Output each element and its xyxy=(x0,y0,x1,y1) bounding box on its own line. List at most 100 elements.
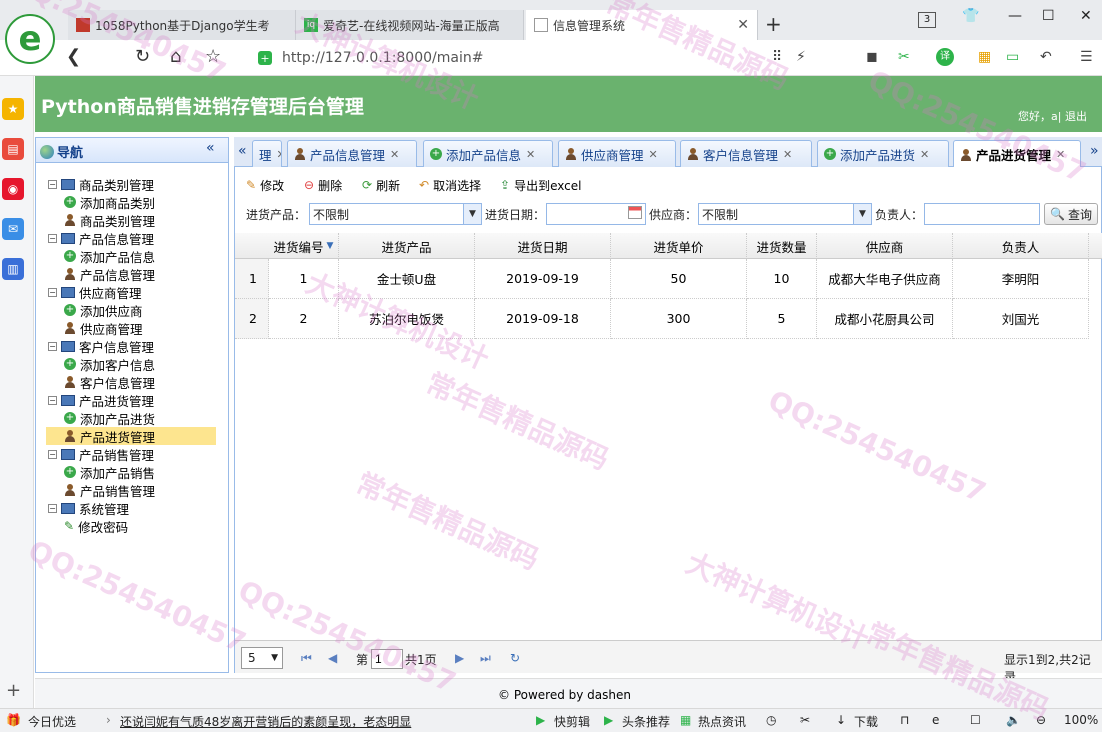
table-cell[interactable]: 10 xyxy=(747,259,817,299)
owner-filter-input[interactable] xyxy=(924,203,1040,225)
reload-icon[interactable]: ↻ xyxy=(135,46,150,67)
table-cell[interactable]: 5 xyxy=(747,299,817,339)
tab-scroll-left-icon[interactable]: « xyxy=(238,143,247,159)
nav-item-2-1[interactable]: 供应商管理 xyxy=(64,319,143,337)
nav-item-0-0[interactable]: + 添加商品类别 xyxy=(64,193,155,211)
export-excel-button[interactable]: ⇪ 导出到excel xyxy=(500,176,581,194)
nav-item-3-0[interactable]: + 添加客户信息 xyxy=(64,355,155,373)
browser-tab-3[interactable]: 信息管理系统 ✕ xyxy=(526,10,758,40)
download-label[interactable]: 下载 xyxy=(854,713,878,730)
close-tab-icon[interactable]: ✕ xyxy=(783,148,792,161)
nav-item-4-1[interactable]: 产品进货管理 xyxy=(46,427,216,445)
collapse-toggle-icon[interactable]: − xyxy=(48,179,57,189)
minimize-icon[interactable]: — xyxy=(1008,8,1022,24)
collapse-toggle-icon[interactable]: − xyxy=(48,341,57,351)
undo-icon[interactable]: ↶ xyxy=(1040,49,1052,65)
menu-icon[interactable]: ☰ xyxy=(1080,49,1093,65)
product-filter-select[interactable]: 不限制 ▼ xyxy=(309,203,482,225)
collapse-toggle-icon[interactable]: − xyxy=(48,503,57,513)
weibo-icon[interactable]: ◉ xyxy=(2,178,24,200)
chevron-down-icon[interactable]: ▼ xyxy=(463,204,481,224)
collapse-nav-icon[interactable]: « xyxy=(206,140,215,156)
nav-group-1[interactable]: − 产品信息管理 xyxy=(48,229,154,247)
layout-icon[interactable]: ⊓ xyxy=(900,713,909,727)
next-page-icon[interactable]: ▶ xyxy=(455,651,464,665)
gift-icon[interactable]: 🎁 xyxy=(6,713,21,727)
nav-item-5-0[interactable]: + 添加产品销售 xyxy=(64,463,155,481)
nav-group-4[interactable]: − 产品进货管理 xyxy=(48,391,154,409)
new-tab-button[interactable]: + xyxy=(765,12,782,36)
tab-1[interactable]: 产品信息管理 ✕ xyxy=(287,140,417,167)
window-icon[interactable]: ☐ xyxy=(970,713,981,727)
last-page-icon[interactable]: ⏭ xyxy=(480,651,491,666)
close-tab-icon[interactable]: ✕ xyxy=(737,17,749,33)
nav-group-0[interactable]: − 商品类别管理 xyxy=(48,175,154,193)
close-tab-icon[interactable]: ✕ xyxy=(1056,148,1065,161)
nav-group-6[interactable]: − 系统管理 xyxy=(48,499,129,517)
first-page-icon[interactable]: ⏮ xyxy=(301,651,312,666)
headlines[interactable]: 头条推荐 xyxy=(622,713,670,730)
browser-logo-icon[interactable]: e xyxy=(5,14,55,64)
close-tab-icon[interactable]: ✕ xyxy=(649,148,658,161)
tab-scroll-right-icon[interactable]: » xyxy=(1090,143,1099,159)
tab-count-badge[interactable]: 3 xyxy=(918,12,936,28)
table-cell[interactable]: 成都小花厨具公司 xyxy=(817,299,953,339)
table-cell[interactable]: 苏泊尔电饭煲 xyxy=(339,299,475,339)
prev-page-icon[interactable]: ◀ xyxy=(328,651,337,665)
supplier-filter-select[interactable]: 不限制 ▼ xyxy=(698,203,872,225)
table-cell[interactable]: 50 xyxy=(611,259,747,299)
extension-icon[interactable]: ◼ xyxy=(866,49,878,65)
table-cell[interactable]: 李明阳 xyxy=(953,259,1089,299)
collapse-toggle-icon[interactable]: − xyxy=(48,395,57,405)
calendar-picker-icon[interactable] xyxy=(628,206,642,219)
user-greeting-logout[interactable]: 您好，a| 退出 xyxy=(1018,108,1087,124)
nav-item-6-0[interactable]: ✎ 修改密码 xyxy=(64,517,128,535)
mail-icon[interactable]: ✉ xyxy=(2,218,24,240)
browser-tab-2[interactable]: iq 爱奇艺-在线视频网站-海量正版高 xyxy=(296,10,524,40)
close-tab-icon[interactable]: ✕ xyxy=(526,148,535,161)
close-window-icon[interactable]: ✕ xyxy=(1080,8,1092,24)
shirt-icon[interactable]: 👕 xyxy=(962,8,979,24)
tab-5[interactable]: + 添加产品进货 ✕ xyxy=(817,140,949,167)
page-size-select[interactable]: 5 ▼ xyxy=(241,647,283,669)
scissors-icon[interactable]: ✂ xyxy=(898,49,910,65)
sort-arrow-icon[interactable]: ▼ xyxy=(327,241,334,251)
nav-group-5[interactable]: − 产品销售管理 xyxy=(48,445,154,463)
home-icon[interactable]: ⌂ xyxy=(170,46,181,67)
collapse-toggle-icon[interactable]: − xyxy=(48,449,57,459)
clock-icon[interactable]: ◷ xyxy=(766,713,776,727)
column-header[interactable]: 进货日期 xyxy=(475,233,611,259)
edit-button[interactable]: ✎ 修改 xyxy=(246,176,284,194)
chevron-down-icon[interactable]: ▼ xyxy=(853,204,871,224)
tab-2[interactable]: + 添加产品信息 ✕ xyxy=(423,140,553,167)
collapse-toggle-icon[interactable]: − xyxy=(48,287,57,297)
today-picks[interactable]: 今日优选 xyxy=(28,713,76,730)
notes-icon[interactable]: ▥ xyxy=(2,258,24,280)
tab-3[interactable]: 供应商管理 ✕ xyxy=(558,140,676,167)
zoom-out-icon[interactable]: ⊖ xyxy=(1036,713,1046,727)
nav-group-2[interactable]: − 供应商管理 xyxy=(48,283,142,301)
column-header[interactable]: 供应商 xyxy=(817,233,953,259)
nav-item-1-0[interactable]: + 添加产品信息 xyxy=(64,247,155,265)
nav-item-4-0[interactable]: + 添加产品进货 xyxy=(64,409,155,427)
ie-icon[interactable]: e xyxy=(932,713,939,727)
nav-group-3[interactable]: − 客户信息管理 xyxy=(48,337,154,355)
close-tab-icon[interactable]: ✕ xyxy=(277,148,281,161)
tab-6[interactable]: 产品进货管理 ✕ xyxy=(953,140,1081,168)
apps-icon[interactable]: ▦ xyxy=(978,49,991,65)
news-ticker-link[interactable]: 还说闫妮有气质48岁离开营销后的素颜呈现，老态明显 xyxy=(120,713,411,730)
favorites-icon[interactable]: ★ xyxy=(2,98,24,120)
column-header[interactable]: 进货单价 xyxy=(611,233,747,259)
nav-item-1-1[interactable]: 产品信息管理 xyxy=(64,265,155,283)
close-tab-icon[interactable]: ✕ xyxy=(390,148,399,161)
browser-tab-1[interactable]: 1058Python基于Django学生考 xyxy=(68,10,296,40)
table-cell[interactable]: 1 xyxy=(269,259,339,299)
table-cell[interactable]: 2 xyxy=(269,299,339,339)
table-cell[interactable]: 刘国光 xyxy=(953,299,1089,339)
table-cell[interactable]: 成都大华电子供应商 xyxy=(817,259,953,299)
refresh-button[interactable]: ⟳ 刷新 xyxy=(362,176,400,194)
tab-4[interactable]: 客户信息管理 ✕ xyxy=(680,140,812,167)
add-sidebar-icon[interactable]: + xyxy=(6,680,21,701)
zoom-level[interactable]: 100% xyxy=(1064,713,1098,727)
lightning-icon[interactable]: ⚡ xyxy=(796,49,806,65)
